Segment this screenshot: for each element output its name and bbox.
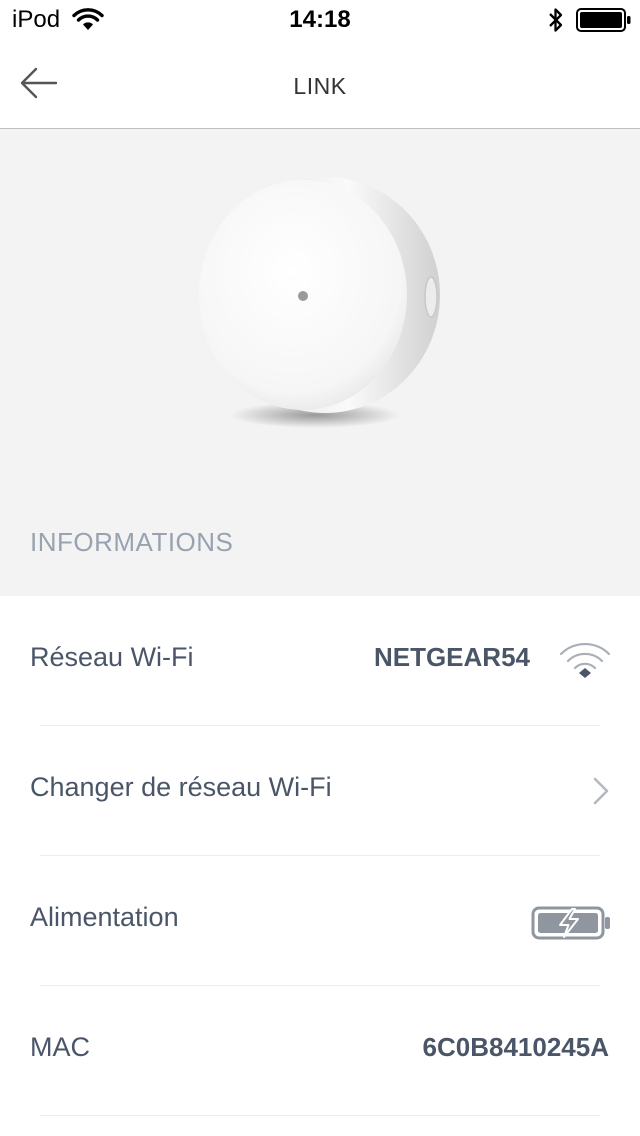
row-divider	[40, 1115, 600, 1116]
chevron-right-icon	[593, 777, 609, 805]
device-image	[199, 177, 440, 428]
change-network-row[interactable]: Changer de réseau Wi-Fi	[0, 726, 640, 856]
status-bar: iPod 14:18	[0, 0, 640, 40]
wifi-network-value: NETGEAR54	[373, 642, 530, 672]
wifi-signal-icon	[559, 643, 611, 678]
mac-label: MAC	[30, 1032, 90, 1062]
mac-value: 6C0B8410245A	[422, 1032, 609, 1062]
power-row: Alimentation	[0, 856, 640, 986]
clock: 14:18	[289, 6, 351, 33]
battery-charging-icon	[531, 906, 610, 940]
device-hero: INFORMATIONS	[0, 129, 640, 596]
navigation-bar: LINK	[0, 40, 640, 129]
change-network-label: Changer de réseau Wi-Fi	[30, 772, 332, 802]
wifi-network-row: Réseau Wi-Fi NETGEAR54	[0, 596, 640, 726]
power-label: Alimentation	[30, 902, 179, 932]
page-title: LINK	[293, 73, 347, 99]
wifi-network-label: Réseau Wi-Fi	[30, 642, 194, 672]
section-header: INFORMATIONS	[30, 527, 234, 557]
mac-row: MAC 6C0B8410245A	[0, 986, 640, 1116]
info-list: Réseau Wi-Fi NETGEAR54 Changer de réseau…	[0, 596, 640, 1116]
bluetooth-icon	[546, 6, 566, 39]
battery-icon	[576, 8, 632, 37]
